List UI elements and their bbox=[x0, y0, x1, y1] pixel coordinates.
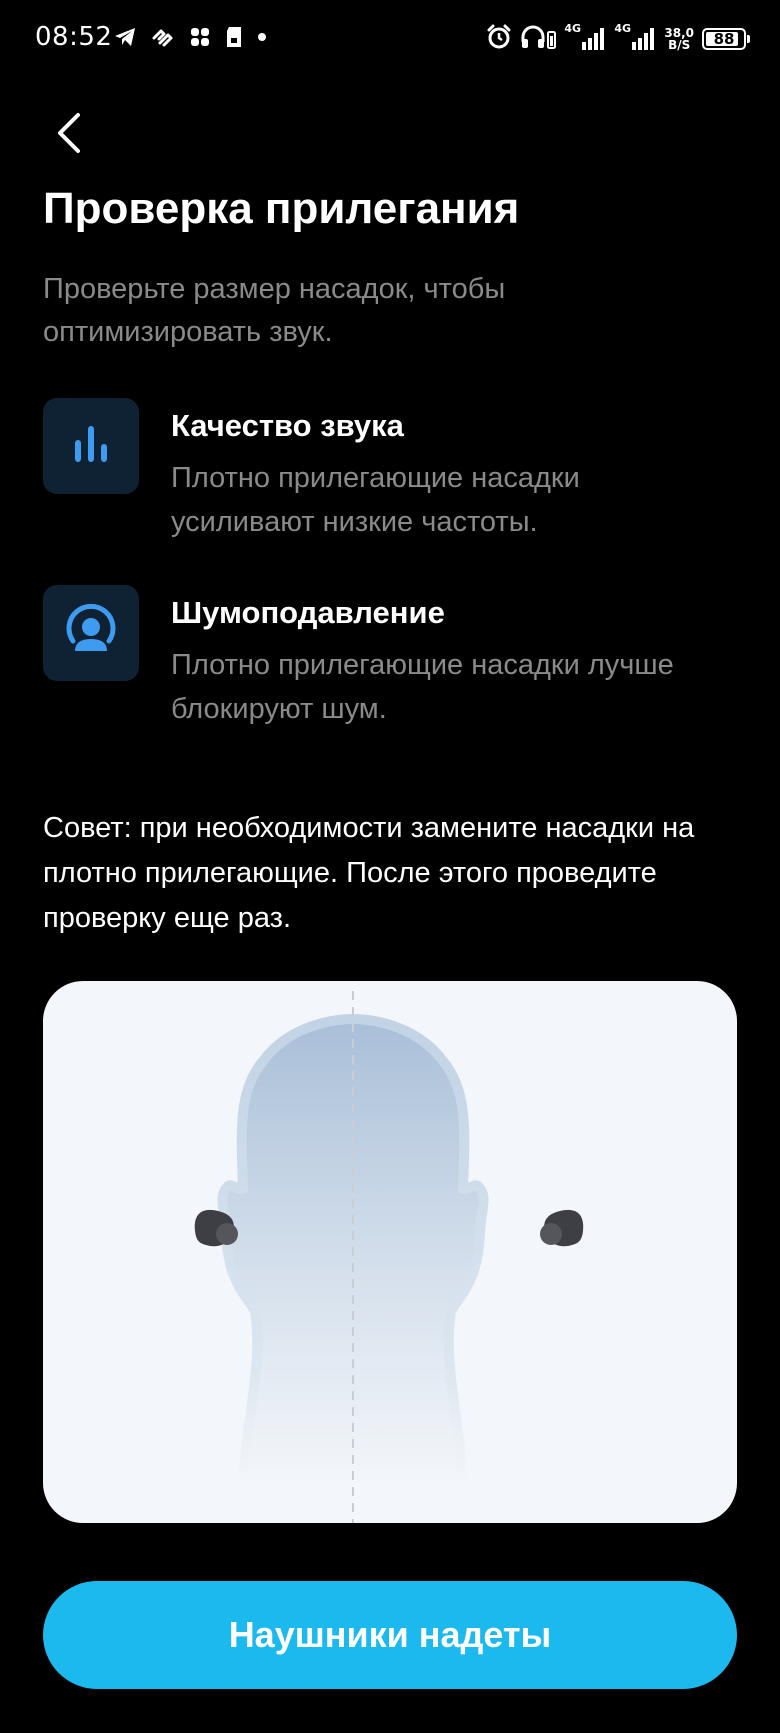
equalizer-bars-icon bbox=[69, 422, 113, 470]
telegram-icon bbox=[113, 26, 137, 48]
battery-level: 88 bbox=[713, 30, 735, 48]
hash-app-icon bbox=[189, 26, 211, 48]
alarm-icon bbox=[486, 24, 512, 54]
network-speed: 38,0 B/S bbox=[664, 27, 694, 51]
dot-icon bbox=[257, 32, 267, 42]
sd-card-icon bbox=[225, 26, 243, 48]
wave-app-icon bbox=[151, 26, 175, 48]
network-type-1: 4G bbox=[564, 22, 582, 35]
tip-text: Совет: при необходимости замените насадк… bbox=[43, 812, 695, 934]
signal-icon: 4G bbox=[564, 22, 606, 52]
status-left-icons bbox=[113, 26, 267, 48]
feature-title: Качество звука bbox=[171, 408, 404, 443]
page-title: Проверка прилегания bbox=[43, 184, 520, 233]
earbud-right bbox=[540, 1209, 584, 1247]
person-noise-cancel-icon bbox=[63, 603, 119, 663]
feature-icon-box bbox=[43, 398, 139, 494]
feature-icon-box bbox=[43, 585, 139, 681]
battery-icon: 88 bbox=[702, 28, 750, 50]
status-time: 08:52 bbox=[35, 22, 113, 52]
feature-sound-quality: Качество звука Плотно прилегающие насадк… bbox=[43, 398, 743, 548]
earbuds-on-button[interactable]: Наушники надеты bbox=[43, 1581, 737, 1689]
feature-description: Плотно прилегающие насадки лучше блокиру… bbox=[171, 649, 674, 725]
illustration-card bbox=[43, 981, 737, 1523]
back-button[interactable] bbox=[44, 105, 94, 165]
network-speed-unit: B/S bbox=[668, 38, 691, 52]
headphones-battery-icon bbox=[520, 24, 557, 54]
head-with-earbuds-illustration bbox=[194, 991, 584, 1523]
feature-noise-cancel: Шумоподавление Плотно прилегающие насадк… bbox=[43, 585, 743, 735]
page-subtitle: Проверьте размер насадок, чтобы оптимизи… bbox=[43, 273, 506, 348]
network-type-2: 4G bbox=[614, 22, 632, 35]
chevron-left-icon bbox=[54, 111, 84, 159]
status-right-icons: 4G 4G 38,0 B/S 88 bbox=[486, 22, 750, 54]
status-bar: 08:52 4G 4G 38,0 B/S 88 bbox=[0, 0, 780, 80]
feature-title: Шумоподавление bbox=[171, 595, 445, 630]
signal-icon: 4G bbox=[614, 22, 656, 52]
feature-description: Плотно прилегающие насадки усиливают низ… bbox=[171, 462, 580, 538]
